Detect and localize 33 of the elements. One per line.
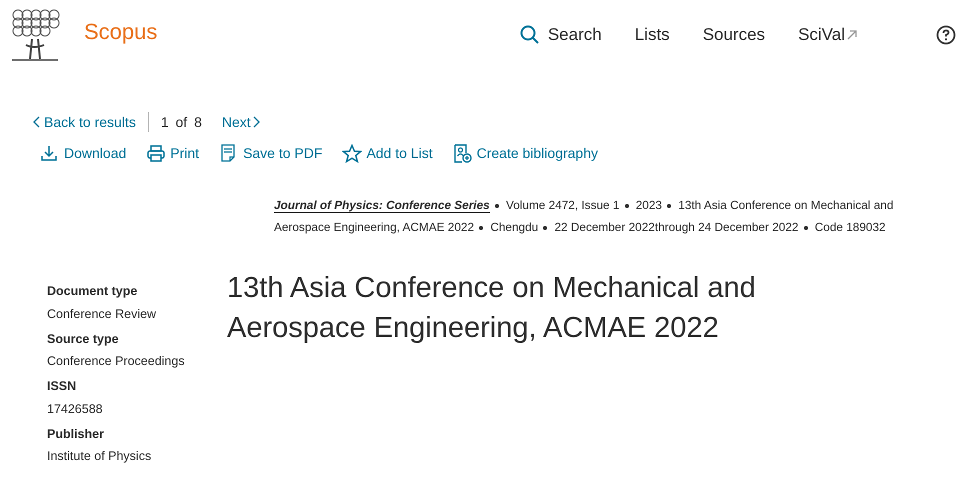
chevron-left-icon [33, 116, 41, 128]
nav-link[interactable]: SciVal [798, 22, 859, 48]
detail-value: 17426588 [47, 400, 104, 418]
external-link-icon [845, 28, 859, 42]
detail-label: Publisher [47, 426, 105, 442]
detail-value: Institute of Physics [47, 448, 152, 466]
back-link[interactable]: Back to results [33, 112, 136, 132]
action-link[interactable]: Create bibliography [452, 143, 598, 164]
document-title: 13th Asia Conference on Mechanical and Aerospace Engineering, ACMAE 2022 [227, 271, 757, 346]
help-icon[interactable] [936, 25, 956, 45]
star-icon [342, 144, 362, 163]
next-link[interactable]: Next [222, 112, 260, 132]
search-icon [520, 25, 540, 45]
detail-value: Conference Proceedings [47, 353, 186, 370]
chevron-right-icon [250, 116, 260, 128]
action-link[interactable]: Print [146, 143, 200, 164]
printer-icon [146, 144, 166, 163]
nav-link[interactable]: Search [520, 22, 602, 48]
detail-value: Conference Review [47, 306, 158, 323]
document-plus-icon [452, 144, 473, 163]
action-link[interactable]: Download [40, 143, 126, 164]
download-icon [40, 144, 60, 163]
detail-label: Document type [47, 283, 138, 300]
detail-label: ISSN [47, 378, 78, 395]
nav-link[interactable]: Lists [634, 22, 670, 48]
journal-link[interactable]: Journal of Physics: Conference Series [274, 198, 490, 213]
nav-link[interactable]: Sources [702, 22, 766, 48]
action-link[interactable]: Add to List [342, 143, 433, 164]
brand-name[interactable]: Scopus [84, 14, 158, 48]
result-position: 1 of 8 [160, 112, 202, 132]
detail-label: Source type [47, 330, 120, 348]
source-info: Journal of Physics: Conference Series Volume 2472, Issue 1 2023 13th Asia Conference on Mechanical and Aerospace Engineering, ACMAE 2022 Chengdu 22 December 2022through 24 December 2022 Code 189032 [274, 197, 894, 236]
action-link[interactable]: Save to PDF [219, 143, 322, 164]
